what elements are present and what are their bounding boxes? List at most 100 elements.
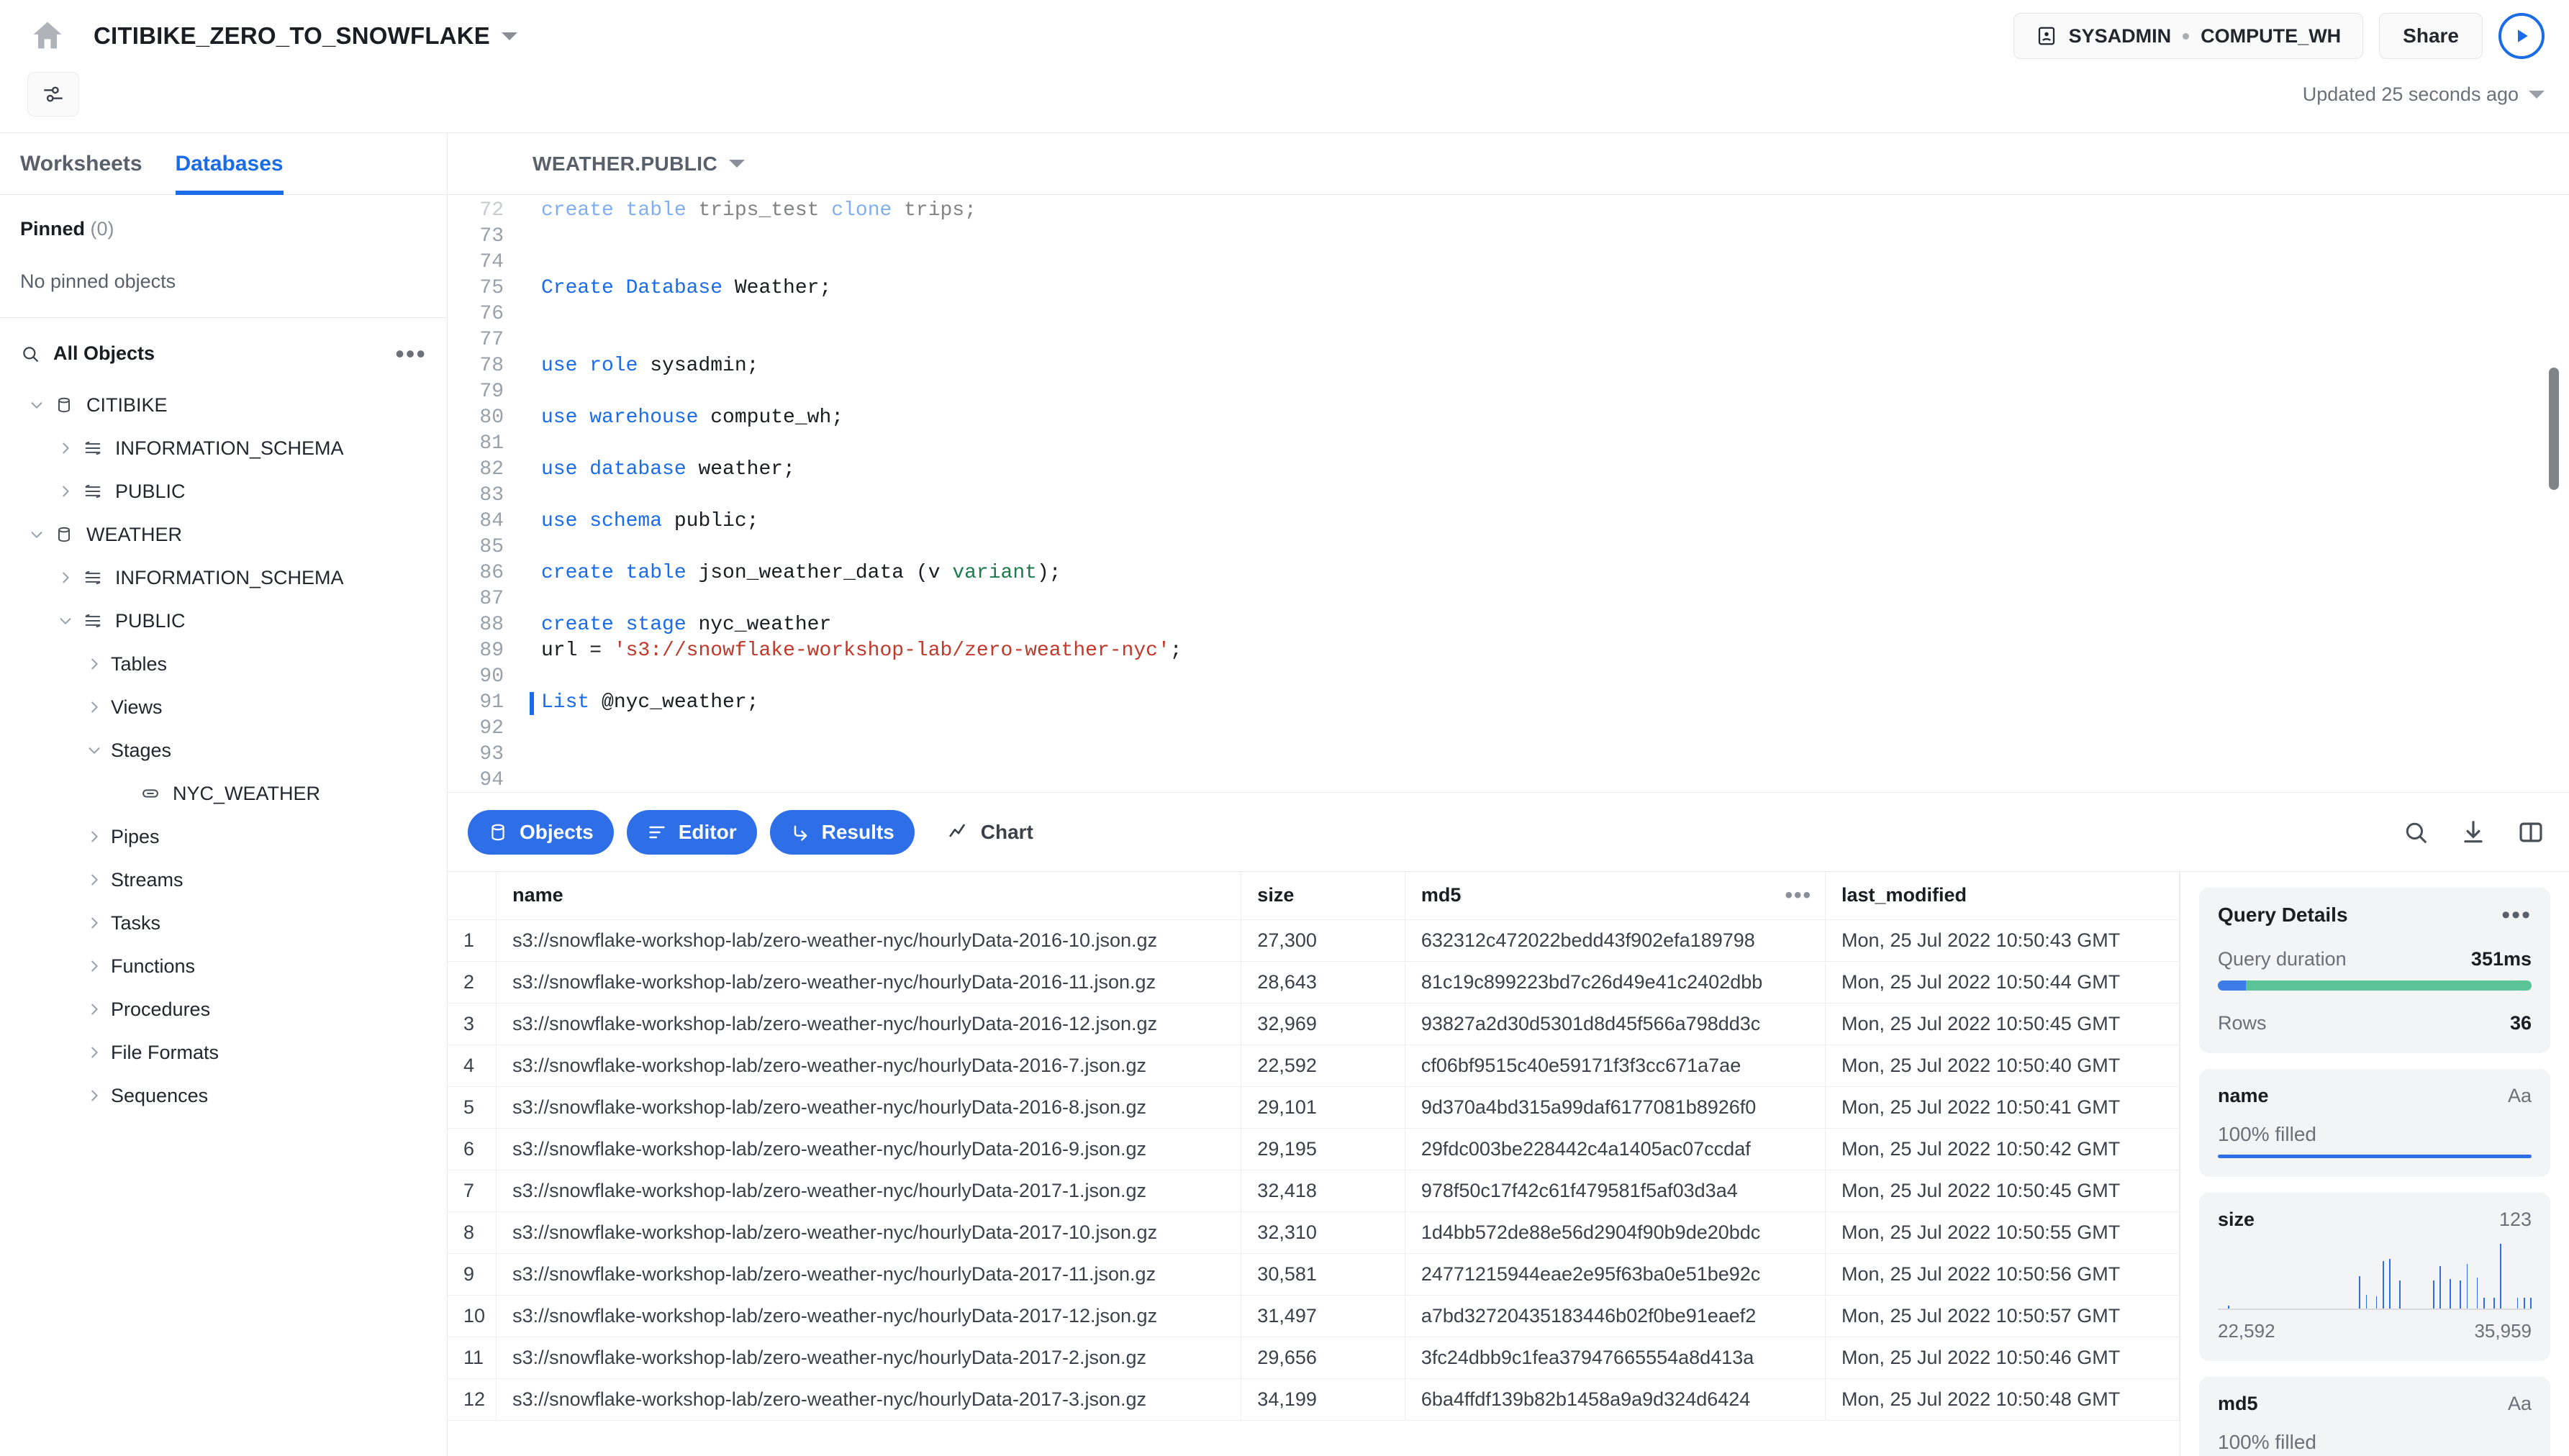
code-line[interactable]: use warehouse compute_wh; bbox=[541, 405, 2569, 431]
cell-md5[interactable]: cf06bf9515c40e59171f3f3cc671a7ae bbox=[1405, 1045, 1825, 1086]
cell-last-modified[interactable]: Mon, 25 Jul 2022 10:50:41 GMT bbox=[1826, 1086, 2180, 1128]
role-warehouse-selector[interactable]: SYSADMIN COMPUTE_WH bbox=[2013, 13, 2364, 59]
cell-size[interactable]: 29,656 bbox=[1241, 1337, 1405, 1378]
tree-item-procedures[interactable]: Procedures bbox=[0, 988, 447, 1031]
editor-scrollbar[interactable] bbox=[2549, 368, 2559, 490]
code-line[interactable] bbox=[541, 768, 2569, 792]
cell-size[interactable]: 27,300 bbox=[1241, 919, 1405, 961]
more-options-icon[interactable]: ••• bbox=[2501, 911, 2532, 919]
cell-md5[interactable]: 81c19c899223bd7c26d49e41c2402dbb bbox=[1405, 961, 1825, 1003]
cell-row-index[interactable]: 2 bbox=[448, 961, 497, 1003]
cell-last-modified[interactable]: Mon, 25 Jul 2022 10:50:45 GMT bbox=[1826, 1170, 2180, 1211]
tree-item-file-formats[interactable]: File Formats bbox=[0, 1031, 447, 1074]
code-line[interactable] bbox=[541, 379, 2569, 405]
chevron-right-icon[interactable] bbox=[85, 870, 104, 889]
tree-item-pipes[interactable]: Pipes bbox=[0, 815, 447, 858]
cell-last-modified[interactable]: Mon, 25 Jul 2022 10:50:42 GMT bbox=[1826, 1128, 2180, 1170]
code-line[interactable]: use database weather; bbox=[541, 457, 2569, 483]
tree-item-stages[interactable]: Stages bbox=[0, 729, 447, 772]
table-row[interactable]: 3s3://snowflake-workshop-lab/zero-weathe… bbox=[448, 1003, 2180, 1045]
code-lines[interactable]: create table trips_test clone trips; Crea… bbox=[520, 198, 2569, 792]
tree-item-tasks[interactable]: Tasks bbox=[0, 901, 447, 945]
tree-item-information-schema[interactable]: INFORMATION_SCHEMA bbox=[0, 556, 447, 599]
table-row[interactable]: 8s3://snowflake-workshop-lab/zero-weathe… bbox=[448, 1211, 2180, 1253]
chevron-down-icon[interactable] bbox=[27, 525, 46, 544]
chevron-right-icon[interactable] bbox=[85, 827, 104, 846]
tab-results[interactable]: Results bbox=[770, 810, 915, 855]
chevron-right-icon[interactable] bbox=[85, 957, 104, 975]
tree-item-views[interactable]: Views bbox=[0, 686, 447, 729]
cell-md5[interactable]: 93827a2d30d5301d8d45f566a798dd3c bbox=[1405, 1003, 1825, 1045]
chevron-right-icon[interactable] bbox=[85, 1043, 104, 1062]
cell-md5[interactable]: 6ba4ffdf139b82b1458a9a9d324d6424 bbox=[1405, 1378, 1825, 1420]
chevron-right-icon[interactable] bbox=[56, 568, 75, 587]
cell-size[interactable]: 32,969 bbox=[1241, 1003, 1405, 1045]
chevron-down-icon[interactable] bbox=[56, 611, 75, 630]
tree-item-tables[interactable]: Tables bbox=[0, 642, 447, 686]
cell-last-modified[interactable]: Mon, 25 Jul 2022 10:50:56 GMT bbox=[1826, 1253, 2180, 1295]
cell-name[interactable]: s3://snowflake-workshop-lab/zero-weather… bbox=[497, 1378, 1241, 1420]
cell-name[interactable]: s3://snowflake-workshop-lab/zero-weather… bbox=[497, 1128, 1241, 1170]
cell-last-modified[interactable]: Mon, 25 Jul 2022 10:50:40 GMT bbox=[1826, 1045, 2180, 1086]
tree-item-information-schema[interactable]: INFORMATION_SCHEMA bbox=[0, 427, 447, 470]
tab-objects[interactable]: Objects bbox=[468, 810, 614, 855]
cell-name[interactable]: s3://snowflake-workshop-lab/zero-weather… bbox=[497, 1211, 1241, 1253]
cell-md5[interactable]: 24771215944eae2e95f63ba0e51be92c bbox=[1405, 1253, 1825, 1295]
code-line[interactable] bbox=[541, 742, 2569, 768]
tree-item-public[interactable]: PUBLIC bbox=[0, 599, 447, 642]
cell-name[interactable]: s3://snowflake-workshop-lab/zero-weather… bbox=[497, 1170, 1241, 1211]
tree-item-weather[interactable]: WEATHER bbox=[0, 513, 447, 556]
chevron-right-icon[interactable] bbox=[56, 482, 75, 501]
table-row[interactable]: 12s3://snowflake-workshop-lab/zero-weath… bbox=[448, 1378, 2180, 1420]
cell-row-index[interactable]: 9 bbox=[448, 1253, 497, 1295]
cell-md5[interactable]: 9d370a4bd315a99daf6177081b8926f0 bbox=[1405, 1086, 1825, 1128]
chevron-down-icon[interactable] bbox=[729, 160, 745, 168]
search-icon[interactable] bbox=[2402, 819, 2429, 846]
cell-size[interactable]: 32,310 bbox=[1241, 1211, 1405, 1253]
column-header-size[interactable]: size bbox=[1241, 872, 1405, 919]
code-line[interactable]: Create Database Weather; bbox=[541, 276, 2569, 301]
cell-last-modified[interactable]: Mon, 25 Jul 2022 10:50:43 GMT bbox=[1826, 919, 2180, 961]
cell-name[interactable]: s3://snowflake-workshop-lab/zero-weather… bbox=[497, 919, 1241, 961]
cell-last-modified[interactable]: Mon, 25 Jul 2022 10:50:48 GMT bbox=[1826, 1378, 2180, 1420]
cell-md5[interactable]: 632312c472022bedd43f902efa189798 bbox=[1405, 919, 1825, 961]
all-objects-row[interactable]: All Objects ••• bbox=[0, 318, 447, 365]
cell-md5[interactable]: a7bd32720435183446b02f0be91eaef2 bbox=[1405, 1295, 1825, 1337]
updated-status[interactable]: Updated 25 seconds ago bbox=[2303, 72, 2545, 106]
tab-chart[interactable]: Chart bbox=[928, 810, 1054, 855]
code-line[interactable]: create table trips_test clone trips; bbox=[541, 198, 2569, 224]
cell-size[interactable]: 34,199 bbox=[1241, 1378, 1405, 1420]
cell-name[interactable]: s3://snowflake-workshop-lab/zero-weather… bbox=[497, 1295, 1241, 1337]
cell-size[interactable]: 31,497 bbox=[1241, 1295, 1405, 1337]
cell-size[interactable]: 29,195 bbox=[1241, 1128, 1405, 1170]
cell-row-index[interactable]: 4 bbox=[448, 1045, 497, 1086]
split-panel-icon[interactable] bbox=[2517, 819, 2545, 846]
code-line[interactable] bbox=[541, 534, 2569, 560]
cell-row-index[interactable]: 3 bbox=[448, 1003, 497, 1045]
chevron-right-icon[interactable] bbox=[85, 1086, 104, 1105]
cell-md5[interactable]: 3fc24dbb9c1fea37947665554a8d413a bbox=[1405, 1337, 1825, 1378]
tree-item-citibike[interactable]: CITIBIKE bbox=[0, 383, 447, 427]
cell-size[interactable]: 28,643 bbox=[1241, 961, 1405, 1003]
cell-size[interactable]: 30,581 bbox=[1241, 1253, 1405, 1295]
home-icon[interactable] bbox=[27, 16, 68, 56]
chevron-right-icon[interactable] bbox=[85, 914, 104, 932]
chevron-right-icon[interactable] bbox=[85, 1000, 104, 1019]
table-row[interactable]: 11s3://snowflake-workshop-lab/zero-weath… bbox=[448, 1337, 2180, 1378]
cell-row-index[interactable]: 11 bbox=[448, 1337, 497, 1378]
cell-name[interactable]: s3://snowflake-workshop-lab/zero-weather… bbox=[497, 961, 1241, 1003]
settings-sliders-button[interactable] bbox=[27, 72, 79, 117]
sql-editor[interactable]: 7273747576777879808182838485868788899091… bbox=[448, 195, 2569, 792]
cell-row-index[interactable]: 6 bbox=[448, 1128, 497, 1170]
cell-name[interactable]: s3://snowflake-workshop-lab/zero-weather… bbox=[497, 1086, 1241, 1128]
chevron-down-icon[interactable] bbox=[27, 396, 46, 414]
code-line[interactable] bbox=[541, 483, 2569, 509]
column-header-last-modified[interactable]: last_modified bbox=[1826, 872, 2180, 919]
cell-last-modified[interactable]: Mon, 25 Jul 2022 10:50:46 GMT bbox=[1826, 1337, 2180, 1378]
table-row[interactable]: 6s3://snowflake-workshop-lab/zero-weathe… bbox=[448, 1128, 2180, 1170]
chevron-down-icon[interactable] bbox=[2529, 91, 2545, 99]
table-row[interactable]: 2s3://snowflake-workshop-lab/zero-weathe… bbox=[448, 961, 2180, 1003]
table-row[interactable]: 10s3://snowflake-workshop-lab/zero-weath… bbox=[448, 1295, 2180, 1337]
tab-databases[interactable]: Databases bbox=[176, 133, 284, 195]
tab-editor[interactable]: Editor bbox=[627, 810, 757, 855]
